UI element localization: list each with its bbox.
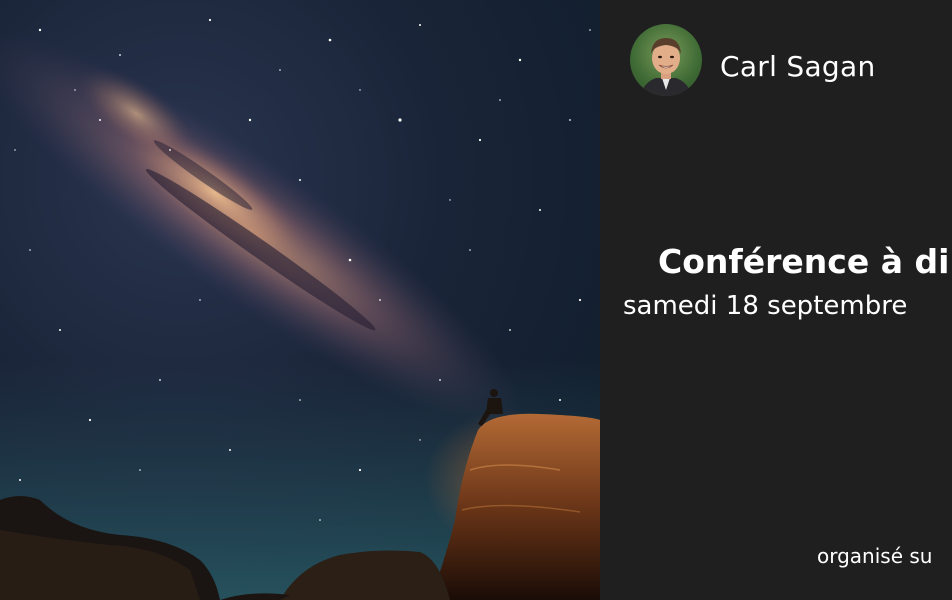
event-card: Carl Sagan Conférence à di samedi 18 sep… — [0, 0, 952, 600]
person-portrait-icon — [640, 38, 692, 96]
organizer-text: organisé su — [817, 544, 933, 568]
event-title: Conférence à di — [658, 242, 950, 281]
speaker-avatar — [630, 24, 702, 96]
milky-way-night-sky-image — [0, 0, 600, 600]
speaker-name: Carl Sagan — [720, 50, 876, 83]
event-info-panel: Carl Sagan Conférence à di samedi 18 sep… — [600, 0, 952, 600]
event-date: samedi 18 septembre — [623, 291, 908, 321]
